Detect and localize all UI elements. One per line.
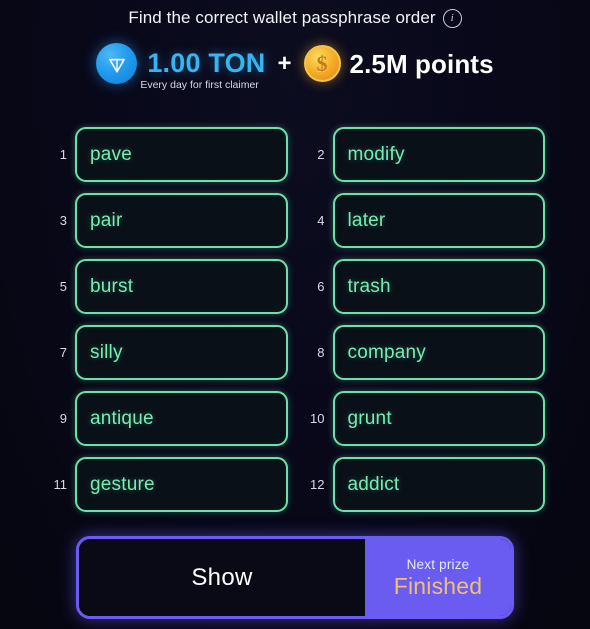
app-screen: Find the correct wallet passphrase order… bbox=[0, 0, 590, 629]
word-index: 11 bbox=[53, 477, 68, 492]
word-row: 2 modify bbox=[303, 127, 545, 182]
points-reward: $ 2.5M points bbox=[303, 45, 494, 82]
word-label: pave bbox=[90, 143, 133, 165]
word-index: 4 bbox=[317, 213, 325, 228]
points-coin-icon: $ bbox=[303, 45, 341, 82]
word-index: 12 bbox=[310, 477, 325, 492]
word-box-5[interactable]: burst bbox=[75, 259, 288, 314]
word-row: 5 burst bbox=[45, 259, 288, 314]
word-label: later bbox=[347, 209, 386, 231]
word-box-9[interactable]: antique bbox=[75, 391, 288, 446]
word-box-3[interactable]: pair bbox=[75, 193, 288, 248]
word-box-7[interactable]: silly bbox=[75, 325, 288, 380]
word-box-8[interactable]: company bbox=[332, 325, 545, 380]
word-row: 7 silly bbox=[45, 325, 288, 380]
word-label: grunt bbox=[347, 407, 392, 429]
word-box-2[interactable]: modify bbox=[332, 127, 545, 182]
word-box-1[interactable]: pave bbox=[75, 127, 288, 182]
word-index: 5 bbox=[59, 279, 67, 294]
points-amount: 2.5M points bbox=[349, 48, 494, 79]
ton-amount: 1.00 TON bbox=[147, 48, 266, 78]
word-row: 9 antique bbox=[45, 391, 288, 446]
word-box-4[interactable]: later bbox=[332, 193, 545, 248]
word-label: silly bbox=[90, 341, 123, 363]
show-button[interactable]: Show bbox=[79, 539, 365, 616]
word-index: 8 bbox=[317, 345, 325, 360]
word-box-6[interactable]: trash bbox=[332, 259, 545, 314]
ton-reward: 1.00 TON Every day for first claimer bbox=[96, 43, 266, 91]
ton-logo-icon bbox=[96, 43, 138, 84]
word-row: 6 trash bbox=[303, 259, 545, 314]
word-label: modify bbox=[347, 143, 405, 165]
passphrase-word-grid: 1 pave 2 modify 3 pair 4 later 5 burst 6… bbox=[45, 127, 545, 512]
coin-dollar-glyph: $ bbox=[316, 50, 328, 76]
word-row: 3 pair bbox=[45, 193, 288, 248]
word-index: 10 bbox=[310, 411, 325, 426]
info-circle-icon[interactable]: i bbox=[442, 8, 462, 28]
next-prize-panel[interactable]: Next prize Finished bbox=[365, 539, 511, 616]
word-index: 1 bbox=[59, 147, 67, 162]
word-index: 2 bbox=[317, 147, 325, 162]
word-label: antique bbox=[90, 407, 154, 429]
word-label: pair bbox=[90, 209, 123, 231]
word-row: 1 pave bbox=[45, 127, 288, 182]
bottom-action-bar: Show Next prize Finished bbox=[76, 536, 514, 619]
plus-separator: + bbox=[277, 49, 292, 77]
prize-summary: 1.00 TON Every day for first claimer + $… bbox=[0, 43, 590, 91]
word-index: 3 bbox=[59, 213, 67, 228]
word-label: gesture bbox=[90, 473, 155, 495]
word-row: 8 company bbox=[303, 325, 545, 380]
word-box-11[interactable]: gesture bbox=[75, 457, 288, 512]
word-row: 4 later bbox=[303, 193, 545, 248]
word-label: burst bbox=[90, 275, 134, 297]
word-label: addict bbox=[347, 473, 400, 495]
next-prize-status: Finished bbox=[393, 572, 483, 599]
ton-subtitle: Every day for first claimer bbox=[140, 79, 259, 91]
word-box-12[interactable]: addict bbox=[332, 457, 545, 512]
word-index: 7 bbox=[59, 345, 67, 360]
word-box-10[interactable]: grunt bbox=[332, 391, 545, 446]
word-index: 6 bbox=[317, 279, 325, 294]
page-title: Find the correct wallet passphrase order bbox=[128, 8, 436, 27]
word-row: 12 addict bbox=[303, 457, 545, 512]
page-title-row: Find the correct wallet passphrase order… bbox=[0, 8, 590, 28]
word-label: trash bbox=[347, 275, 391, 297]
next-prize-label: Next prize bbox=[406, 556, 470, 572]
show-button-label: Show bbox=[191, 563, 253, 591]
word-index: 9 bbox=[59, 411, 67, 426]
word-label: company bbox=[347, 341, 426, 363]
word-row: 11 gesture bbox=[45, 457, 288, 512]
word-row: 10 grunt bbox=[303, 391, 545, 446]
